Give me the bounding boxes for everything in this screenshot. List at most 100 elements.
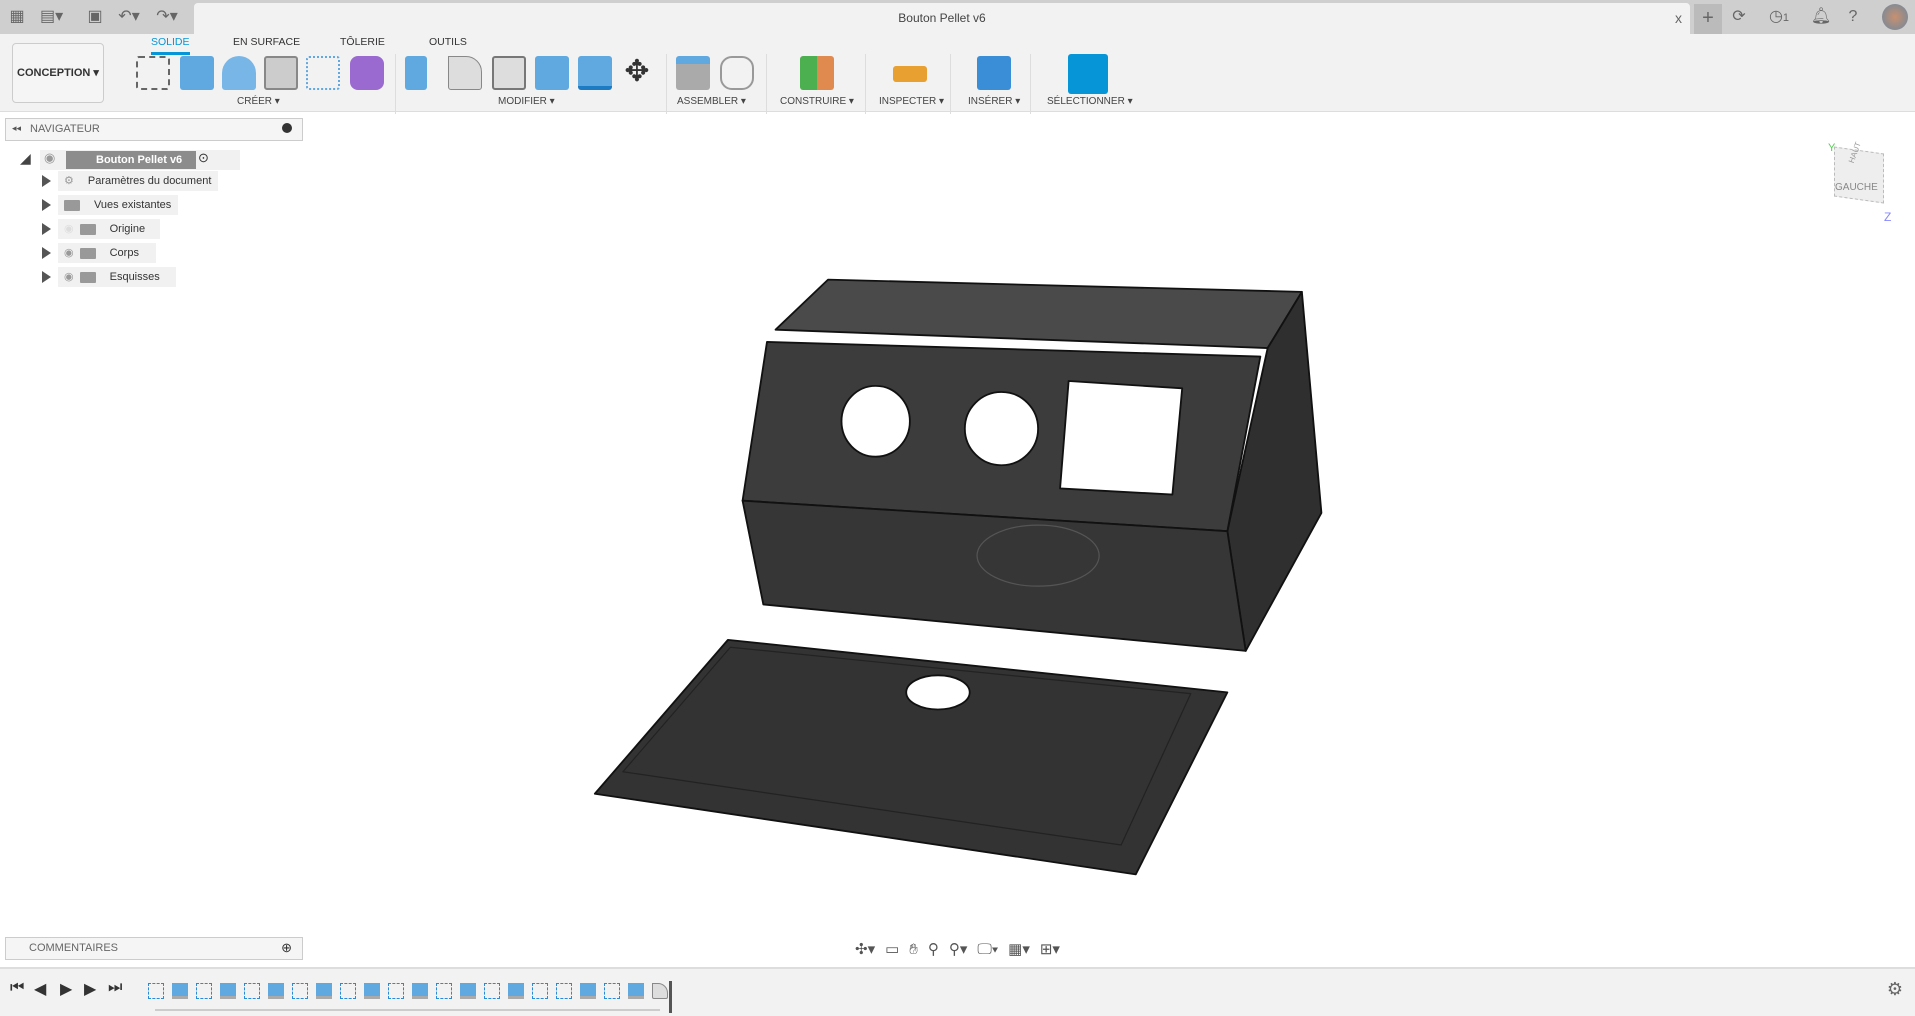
play-icon[interactable]: ▶	[60, 979, 72, 999]
pin-icon[interactable]	[282, 123, 292, 133]
group-selectionner[interactable]: SÉLECTIONNER ▾	[1047, 96, 1133, 107]
tab-en-surface[interactable]: EN SURFACE	[233, 36, 300, 48]
help-icon[interactable]: ?	[1842, 6, 1864, 28]
group-modifier[interactable]: MODIFIER ▾	[498, 96, 555, 107]
display-settings-icon[interactable]: 🖵︎▾	[977, 941, 998, 958]
timeline-sketch-icon[interactable]	[292, 983, 308, 999]
root-component-label[interactable]: Bouton Pellet v6	[66, 151, 196, 169]
collapse-icon[interactable]: ◂◂	[12, 123, 21, 134]
expand-icon[interactable]	[42, 247, 51, 259]
expand-icon[interactable]	[42, 175, 51, 187]
timeline-fillet-icon[interactable]	[652, 983, 668, 999]
tab-outils[interactable]: OUTILS	[429, 36, 467, 48]
grid-icon[interactable]: ▦▾	[1008, 940, 1030, 958]
press-pull-icon[interactable]	[405, 56, 427, 90]
move-icon[interactable]: ✥	[620, 56, 654, 90]
timeline-extrude-icon[interactable]	[268, 983, 284, 999]
pan-hand-icon[interactable]: ✋︎	[909, 941, 918, 958]
close-tab-button[interactable]: x	[1675, 10, 1682, 26]
timeline-sketch-icon[interactable]	[196, 983, 212, 999]
3d-viewport[interactable]	[0, 0, 1915, 1016]
view-cube[interactable]: Y HAUT GAUCHE Z	[1822, 141, 1892, 224]
select-icon[interactable]	[1068, 54, 1108, 94]
revolve-icon[interactable]	[222, 56, 256, 90]
eye-icon[interactable]: ◉	[64, 243, 74, 263]
combine-icon[interactable]	[535, 56, 569, 90]
eye-icon[interactable]: ◉	[64, 267, 74, 287]
viewcube-face-label[interactable]: GAUCHE	[1835, 182, 1878, 193]
group-inspecter[interactable]: INSPECTER ▾	[879, 96, 944, 107]
expand-icon[interactable]: ◢	[20, 150, 31, 167]
job-status-icon[interactable]: ◷1	[1762, 6, 1796, 28]
save-icon[interactable]: ▣	[84, 6, 106, 28]
timeline-extrude-icon[interactable]	[364, 983, 380, 999]
extrude-icon[interactable]	[180, 56, 214, 90]
go-to-end-icon[interactable]: ⏭	[108, 979, 122, 997]
new-component-icon[interactable]	[676, 56, 710, 90]
group-inserer[interactable]: INSÉRER ▾	[968, 96, 1020, 107]
activate-radio-icon[interactable]: ⊙	[198, 150, 209, 166]
timeline-sketch-icon[interactable]	[436, 983, 452, 999]
hole-icon[interactable]	[264, 56, 298, 90]
expand-icon[interactable]	[42, 199, 51, 211]
tab-tolerie[interactable]: TÔLERIE	[340, 36, 385, 48]
expand-icon[interactable]	[42, 271, 51, 283]
timeline-extrude-icon[interactable]	[628, 983, 644, 999]
user-avatar[interactable]	[1882, 4, 1908, 30]
timeline-sketch-icon[interactable]	[532, 983, 548, 999]
extensions-icon[interactable]: ⟳	[1728, 6, 1750, 28]
timeline-extrude-icon[interactable]	[220, 983, 236, 999]
timeline-sketch-icon[interactable]	[244, 983, 260, 999]
timeline-sketch-icon[interactable]	[340, 983, 356, 999]
viewcube-body[interactable]	[1834, 146, 1884, 204]
new-tab-button[interactable]: +	[1694, 4, 1722, 34]
timeline-sketch-icon[interactable]	[484, 983, 500, 999]
workspace-dropdown[interactable]: CONCEPTION ▾	[12, 43, 104, 103]
fillet-icon[interactable]	[448, 56, 482, 90]
joint-icon[interactable]	[720, 56, 754, 90]
timeline-extrude-icon[interactable]	[412, 983, 428, 999]
timeline-extrude-icon[interactable]	[580, 983, 596, 999]
shell-icon[interactable]	[492, 56, 526, 90]
timeline-extrude-icon[interactable]	[460, 983, 476, 999]
timeline-extrude-icon[interactable]	[316, 983, 332, 999]
timeline-sketch-icon[interactable]	[148, 983, 164, 999]
settings-gear-icon[interactable]: ⚙	[1887, 979, 1903, 1000]
timeline-sketch-icon[interactable]	[556, 983, 572, 999]
look-at-icon[interactable]: ▭	[885, 940, 899, 958]
document-tab[interactable]: Bouton Pellet v6 x	[194, 3, 1690, 34]
create-sketch-icon[interactable]	[136, 56, 170, 90]
group-construire[interactable]: CONSTRUIRE ▾	[780, 96, 854, 107]
expand-icon[interactable]	[42, 223, 51, 235]
group-assembler[interactable]: ASSEMBLER ▾	[677, 96, 746, 107]
offset-plane-icon[interactable]	[800, 56, 834, 90]
tab-solide[interactable]: SOLIDE	[151, 36, 190, 55]
comments-panel-header[interactable]: COMMENTAIRES ⊕	[5, 937, 303, 960]
timeline-sketch-icon[interactable]	[388, 983, 404, 999]
timeline-extrude-icon[interactable]	[172, 983, 188, 999]
fit-window-icon[interactable]: ⚲▾	[949, 940, 968, 958]
timeline-sketch-icon[interactable]	[604, 983, 620, 999]
timeline-marker[interactable]	[669, 981, 672, 1013]
zoom-icon[interactable]: ⚲	[928, 940, 939, 958]
group-creer[interactable]: CRÉER ▾	[237, 96, 280, 107]
timeline-extrude-icon[interactable]	[508, 983, 524, 999]
redo-icon[interactable]: ↷▾	[156, 6, 178, 28]
file-menu-icon[interactable]: ▤▾	[40, 6, 63, 28]
add-comment-icon[interactable]: ⊕	[281, 940, 292, 956]
eye-icon[interactable]: ◉	[44, 150, 55, 166]
apps-grid-icon[interactable]: ▦	[6, 6, 28, 28]
go-to-start-icon[interactable]: ⏮	[10, 979, 24, 997]
step-back-icon[interactable]: ◀	[34, 979, 46, 999]
eye-hidden-icon[interactable]: ◉	[64, 219, 74, 239]
orbit-icon[interactable]: ✣▾	[855, 940, 875, 958]
measure-icon[interactable]	[893, 66, 927, 82]
viewports-icon[interactable]: ⊞▾	[1040, 940, 1060, 958]
undo-icon[interactable]: ↶▾	[118, 6, 140, 28]
split-face-icon[interactable]	[578, 56, 612, 90]
step-forward-icon[interactable]: ▶	[84, 979, 96, 999]
pattern-icon[interactable]	[306, 56, 340, 90]
navigator-panel-header[interactable]: ◂◂ NAVIGATEUR	[5, 118, 303, 141]
notifications-bell-icon[interactable]: 🔔︎	[1810, 6, 1832, 28]
insert-image-icon[interactable]	[977, 56, 1011, 90]
